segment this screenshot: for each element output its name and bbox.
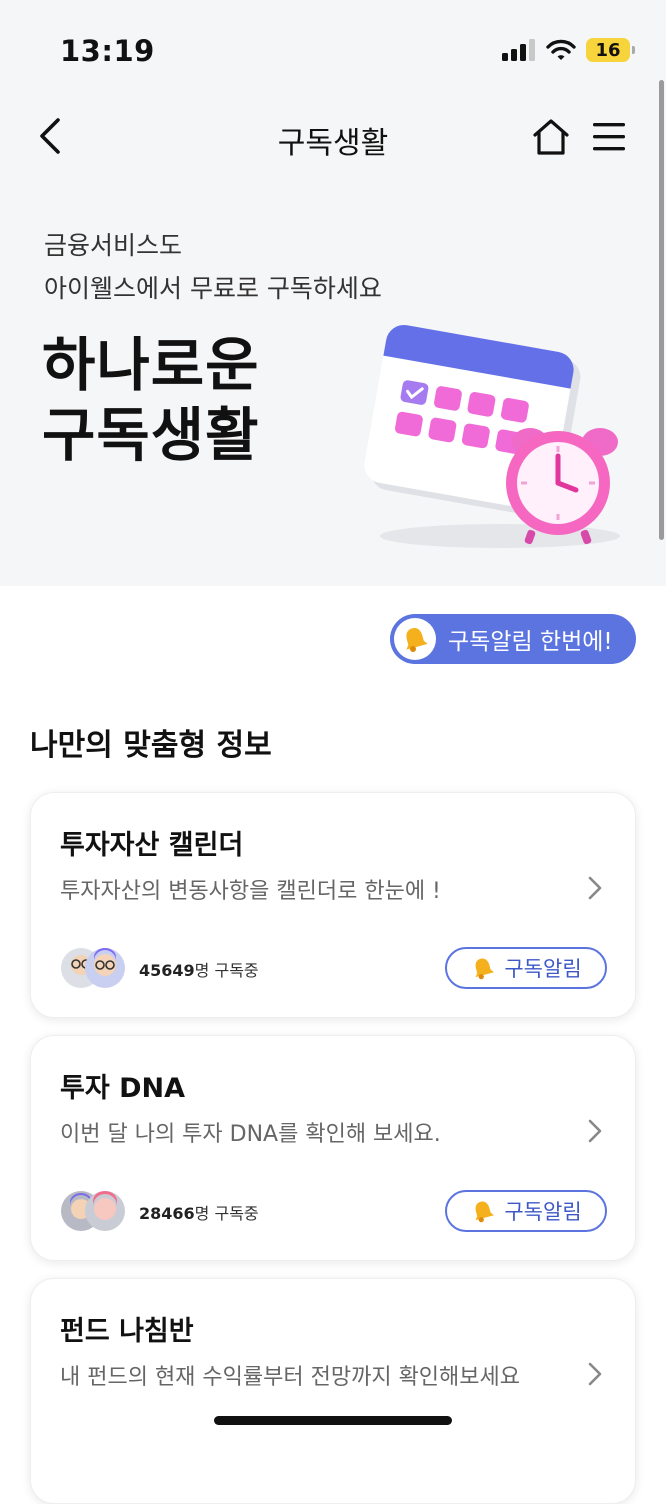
- card-investment-dna[interactable]: 투자 DNA 이번 달 나의 투자 DNA를 확인해 보세요. 28466명 구…: [30, 1035, 636, 1261]
- battery-icon: 16: [586, 38, 635, 62]
- chevron-right-icon: [588, 1119, 602, 1143]
- cellular-signal-icon: [502, 39, 535, 61]
- status-time: 13:19: [60, 34, 155, 68]
- home-indicator: [214, 1416, 452, 1425]
- hero-subtitle-line2: 아이웰스에서 무료로 구독하세요: [44, 274, 382, 303]
- hero-title-line2: 구독생활: [42, 401, 260, 469]
- hero-subtitle-line1: 금융서비스도: [44, 231, 183, 260]
- battery-level: 16: [595, 39, 621, 61]
- wifi-icon: [546, 39, 576, 60]
- calendar-clock-illustration: [364, 324, 620, 548]
- subscribe-all-label: 구독알림 한번에!: [448, 629, 613, 655]
- card-fund-compass[interactable]: 펀드 나침반 내 펀드의 현재 수익률부터 전망까지 확인해보세요: [30, 1278, 636, 1504]
- subscriber-avatars: [61, 1191, 125, 1231]
- subscribe-alarm-button[interactable]: 구독알림: [445, 947, 607, 989]
- card-description: 이번 달 나의 투자 DNA를 확인해 보세요.: [60, 1122, 441, 1147]
- subscriber-count: 28466명 구독중: [139, 1200, 259, 1224]
- hero-title-line1: 하나로운: [42, 331, 260, 399]
- card-investment-calendar[interactable]: 투자자산 캘린더 투자자산의 변동사항을 캘린더로 한눈에 ! 45649명 구…: [30, 792, 636, 1018]
- status-icons: 16: [502, 38, 635, 62]
- subscriber-count-suffix: 명 구독중: [194, 961, 259, 980]
- scrollbar[interactable]: [659, 80, 664, 540]
- subscribe-alarm-label: 구독알림: [504, 1200, 582, 1224]
- chevron-right-icon: [588, 1362, 602, 1386]
- bell-icon: [394, 618, 436, 660]
- card-description: 내 펀드의 현재 수익률부터 전망까지 확인해보세요: [60, 1365, 521, 1390]
- bell-icon: [475, 958, 495, 980]
- card-description: 투자자산의 변동사항을 캘린더로 한눈에 !: [60, 879, 441, 904]
- hero-title: 하나로운 구독생활: [42, 330, 259, 470]
- hero-subtitle: 금융서비스도 아이웰스에서 무료로 구독하세요: [44, 224, 382, 310]
- subscribe-alarm-button[interactable]: 구독알림: [445, 1190, 607, 1232]
- card-title: 펀드 나침반: [60, 1316, 194, 1347]
- section-title: 나만의 맞춤형 정보: [30, 728, 272, 763]
- subscriber-count: 45649명 구독중: [139, 957, 259, 981]
- subscriber-count-number: 28466: [139, 1204, 195, 1223]
- subscriber-count-suffix: 명 구독중: [194, 1204, 259, 1223]
- home-icon[interactable]: [530, 116, 572, 158]
- subscribe-all-alarm-button[interactable]: 구독알림 한번에!: [390, 614, 636, 664]
- chevron-right-icon: [588, 876, 602, 900]
- card-title: 투자 DNA: [60, 1073, 185, 1104]
- card-title: 투자자산 캘린더: [60, 830, 244, 861]
- subscriber-count-number: 45649: [139, 961, 195, 980]
- bell-icon: [475, 1201, 495, 1223]
- subscriber-avatars: [61, 948, 125, 988]
- subscribe-alarm-label: 구독알림: [504, 957, 582, 981]
- menu-icon[interactable]: [590, 120, 628, 154]
